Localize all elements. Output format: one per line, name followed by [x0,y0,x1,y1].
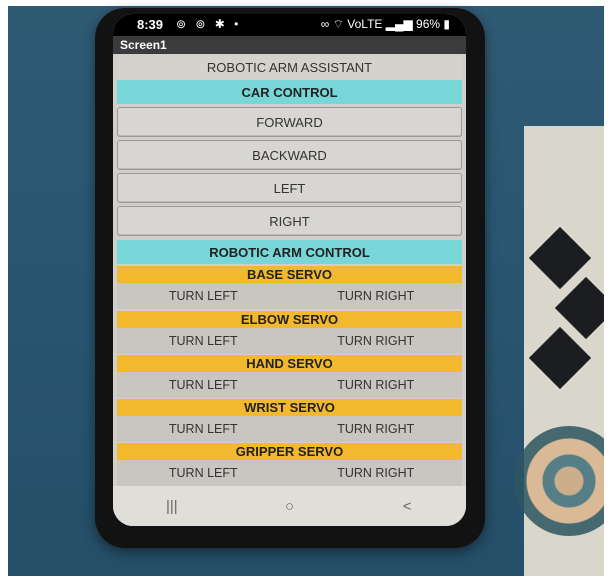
wrist-turn-right-label: TURN RIGHT [337,422,415,436]
robotic-arm-control-label: ROBOTIC ARM CONTROL [209,244,370,260]
hand-turn-right-label: TURN RIGHT [337,378,415,392]
gripper-servo-label: GRIPPER SERVO [235,444,344,459]
floor-tile [528,326,592,390]
screen-title: Screen1 [120,38,167,52]
assistant-header-label: ROBOTIC ARM ASSISTANT [206,59,373,75]
hand-turn-left-button[interactable]: TURN LEFT [117,372,290,398]
wrist-turn-left-button[interactable]: TURN LEFT [117,416,290,442]
hand-turn-right-button[interactable]: TURN RIGHT [290,372,463,398]
forward-button[interactable]: FORWARD [117,107,462,137]
elbow-turn-left-button[interactable]: TURN LEFT [117,328,290,354]
wrist-servo-controls: TURN LEFT TURN RIGHT [117,416,462,442]
wrist-turn-right-button[interactable]: TURN RIGHT [290,416,463,442]
robotic-arm-control-section: ROBOTIC ARM CONTROL [117,240,462,264]
recents-icon[interactable]: ||| [142,498,202,515]
gripper-turn-right-label: TURN RIGHT [337,466,415,480]
base-servo-controls: TURN LEFT TURN RIGHT [117,283,462,309]
base-turn-right-label: TURN RIGHT [337,289,415,303]
gripper-servo-header: GRIPPER SERVO [117,443,462,460]
wrist-turn-left-label: TURN LEFT [168,422,238,436]
hand-servo-label: HAND SERVO [246,356,333,371]
backward-button[interactable]: BACKWARD [117,140,462,170]
base-turn-left-label: TURN LEFT [168,289,238,303]
wrist-servo-header: WRIST SERVO [117,399,462,416]
left-button-label: LEFT [273,180,306,196]
elbow-turn-right-button[interactable]: TURN RIGHT [290,328,463,354]
car-control-section: CAR CONTROL [117,80,462,104]
gripper-servo-controls: TURN LEFT TURN RIGHT [117,460,462,486]
base-servo-header: BASE SERVO [117,266,462,283]
wrist-servo-label: WRIST SERVO [244,400,335,415]
right-button[interactable]: RIGHT [117,206,462,236]
system-status-icons: ∞ ⌔ VoLTE ▂▄▆ 96% ▮ [320,17,450,31]
status-time: 8:39 [137,17,164,32]
elbow-servo-controls: TURN LEFT TURN RIGHT [117,328,462,354]
hand-turn-left-label: TURN LEFT [168,378,238,392]
gripper-turn-right-button[interactable]: TURN RIGHT [290,460,463,486]
assistant-header: ROBOTIC ARM ASSISTANT [117,55,462,79]
hand-servo-header: HAND SERVO [117,355,462,372]
backward-button-label: BACKWARD [252,147,327,163]
right-button-label: RIGHT [269,213,310,229]
android-nav-bar: ||| ○ < [113,486,466,526]
phone-screen: 8:39 ⊚ ⊚ ✱ • ∞ ⌔ VoLTE ▂▄▆ 96% ▮ Screen1… [113,14,466,526]
back-icon[interactable]: < [377,498,437,515]
base-turn-right-button[interactable]: TURN RIGHT [290,283,463,309]
status-bar: 8:39 ⊚ ⊚ ✱ • ∞ ⌔ VoLTE ▂▄▆ 96% ▮ [113,14,466,36]
elbow-turn-right-label: TURN RIGHT [337,334,415,348]
base-servo-label: BASE SERVO [246,267,332,282]
left-button[interactable]: LEFT [117,173,462,203]
gripper-turn-left-label: TURN LEFT [168,466,238,480]
home-icon[interactable]: ○ [259,498,319,515]
elbow-turn-left-label: TURN LEFT [168,334,238,348]
elbow-servo-header: ELBOW SERVO [117,311,462,328]
notification-icons: ⊚ ⊚ ✱ • [176,17,242,31]
elbow-servo-label: ELBOW SERVO [240,312,339,327]
base-turn-left-button[interactable]: TURN LEFT [117,283,290,309]
car-control-label: CAR CONTROL [241,84,338,100]
forward-button-label: FORWARD [256,114,323,130]
gripper-turn-left-button[interactable]: TURN LEFT [117,460,290,486]
hand-servo-controls: TURN LEFT TURN RIGHT [117,372,462,398]
app-title-bar: Screen1 [113,36,466,54]
